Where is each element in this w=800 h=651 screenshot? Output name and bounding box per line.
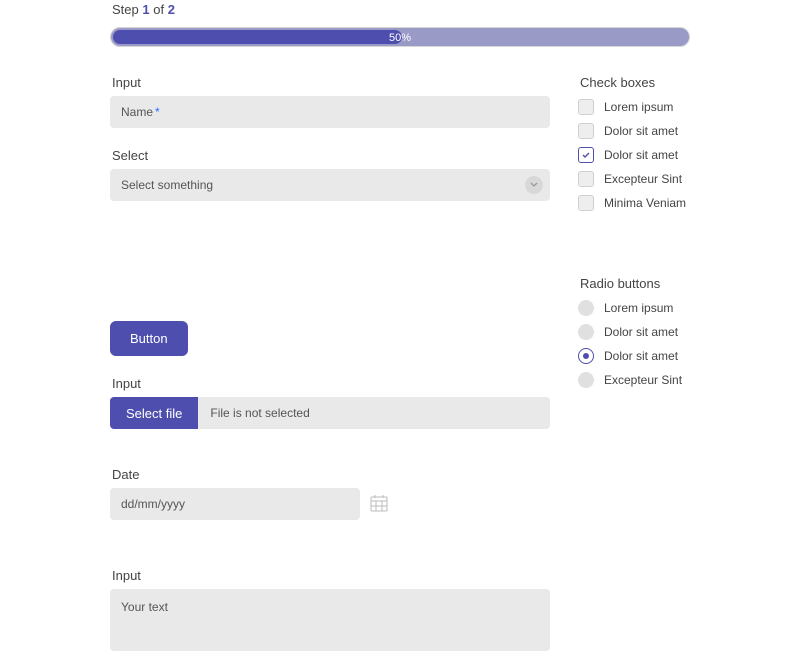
step-current: 1: [142, 2, 149, 17]
checkbox-item[interactable]: Lorem ipsum: [578, 96, 690, 118]
chevron-down-icon: [525, 176, 543, 194]
checkbox-label: Dolor sit amet: [604, 148, 678, 162]
select-placeholder: Select something: [121, 178, 213, 192]
radio-label: Lorem ipsum: [604, 301, 673, 315]
radio-label: Dolor sit amet: [604, 325, 678, 339]
checkbox-box[interactable]: [578, 195, 594, 211]
radio-item[interactable]: Dolor sit amet: [578, 345, 690, 367]
name-label: Input: [112, 75, 550, 90]
radio-circle[interactable]: [578, 300, 594, 316]
checkbox-item[interactable]: Dolor sit amet: [578, 144, 690, 166]
radio-circle[interactable]: [578, 372, 594, 388]
checkbox-label: Minima Veniam: [604, 196, 686, 210]
radio-label: Dolor sit amet: [604, 349, 678, 363]
checkbox-item[interactable]: Excepteur Sint: [578, 168, 690, 190]
date-label: Date: [112, 467, 550, 482]
radio-label: Excepteur Sint: [604, 373, 682, 387]
checkbox-label: Excepteur Sint: [604, 172, 682, 186]
radio-list: Lorem ipsum Dolor sit amet Dolor sit amet E…: [578, 297, 690, 391]
calendar-icon[interactable]: [370, 494, 388, 515]
required-mark: *: [155, 105, 160, 119]
name-placeholder: Name: [121, 105, 153, 119]
step-of: of: [153, 2, 164, 17]
checkbox-box[interactable]: [578, 147, 594, 163]
progress-text: 50%: [111, 28, 689, 46]
radio-item[interactable]: Dolor sit amet: [578, 321, 690, 343]
checkbox-label: Lorem ipsum: [604, 100, 673, 114]
select-file-button-label: Select file: [126, 406, 182, 421]
radio-item[interactable]: Lorem ipsum: [578, 297, 690, 319]
radio-circle[interactable]: [578, 348, 594, 364]
checkbox-list: Lorem ipsum Dolor sit amet Dolor sit amet E…: [578, 96, 690, 214]
radio-circle[interactable]: [578, 324, 594, 340]
checkbox-item[interactable]: Dolor sit amet: [578, 120, 690, 142]
checkbox-box[interactable]: [578, 99, 594, 115]
file-label: Input: [112, 376, 550, 391]
select-file-button[interactable]: Select file: [110, 397, 198, 429]
date-input[interactable]: dd/mm/yyyy: [110, 488, 360, 520]
checkbox-box[interactable]: [578, 171, 594, 187]
radio-dot: [583, 353, 589, 359]
checkbox-group-label: Check boxes: [580, 75, 690, 90]
textarea-label: Input: [112, 568, 550, 583]
file-status: File is not selected: [198, 397, 550, 429]
textarea-input[interactable]: Your text: [110, 589, 550, 651]
select-input[interactable]: Select something: [110, 169, 550, 201]
textarea-placeholder: Your text: [121, 600, 168, 614]
step-prefix: Step: [112, 2, 139, 17]
checkbox-label: Dolor sit amet: [604, 124, 678, 138]
radio-group-label: Radio buttons: [580, 276, 690, 291]
date-placeholder: dd/mm/yyyy: [121, 497, 185, 511]
select-label: Select: [112, 148, 550, 163]
progress-bar: 50%: [110, 27, 690, 47]
step-indicator: Step 1 of 2: [112, 2, 690, 17]
radio-item[interactable]: Excepteur Sint: [578, 369, 690, 391]
step-total: 2: [168, 2, 175, 17]
primary-button[interactable]: Button: [110, 321, 188, 356]
primary-button-label: Button: [130, 331, 168, 346]
name-input[interactable]: Name *: [110, 96, 550, 128]
checkbox-box[interactable]: [578, 123, 594, 139]
checkbox-item[interactable]: Minima Veniam: [578, 192, 690, 214]
